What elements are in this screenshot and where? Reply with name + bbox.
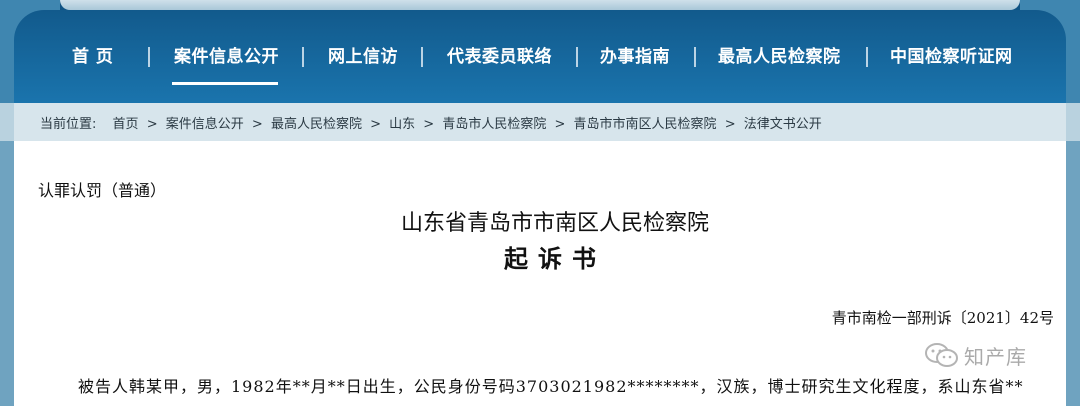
- nav-divider: [421, 47, 423, 67]
- breadcrumb-separator: >: [370, 117, 381, 132]
- nav-divider: [302, 47, 304, 67]
- case-type: 认罪认罚（普通）: [38, 181, 167, 200]
- breadcrumb-item-documents[interactable]: 法律文书公开: [744, 117, 822, 132]
- breadcrumb-separator: >: [146, 117, 158, 132]
- active-tab-indicator: [172, 82, 278, 85]
- nav-item-home[interactable]: 首 页: [72, 42, 113, 72]
- breadcrumb-item-supreme[interactable]: 最高人民检察院: [271, 117, 362, 132]
- nav-menu: 首 页 案件信息公开 网上信访 代表委员联络 办事指南 最高人民检察院 中国检察…: [0, 42, 1080, 72]
- nav-item-supreme-procuratorate[interactable]: 最高人民检察院: [718, 42, 841, 72]
- nav-item-guide[interactable]: 办事指南: [600, 42, 670, 72]
- document-body: 被告人韩某甲，男，1982年**月**日出生，公民身份号码3703021982*…: [78, 377, 1024, 396]
- breadcrumb-item-home[interactable]: 首页: [113, 117, 139, 132]
- breadcrumb: 当前位置: 首页 > 案件信息公开 > 最高人民检察院 > 山东 > 青岛市人民…: [40, 113, 826, 132]
- nav-item-case-info[interactable]: 案件信息公开: [174, 42, 279, 72]
- nav-divider: [576, 47, 578, 67]
- breadcrumb-item-qingdao[interactable]: 青岛市人民检察院: [442, 117, 546, 132]
- document-organization: 山东省青岛市市南区人民检察院: [400, 211, 709, 236]
- breadcrumb-item-shinan[interactable]: 青岛市市南区人民检察院: [574, 117, 717, 132]
- breadcrumb-separator: >: [724, 117, 736, 132]
- document-number: 青市南检一部刑诉〔2021〕42号: [831, 309, 1054, 327]
- breadcrumb-bar: 当前位置: 首页 > 案件信息公开 > 最高人民检察院 > 山东 > 青岛市人民…: [0, 103, 1080, 141]
- breadcrumb-item-case-info[interactable]: 案件信息公开: [166, 117, 244, 132]
- nav-divider: [866, 47, 868, 67]
- top-nav: 首 页 案件信息公开 网上信访 代表委员联络 办事指南 最高人民检察院 中国检察…: [0, 0, 1080, 103]
- breadcrumb-separator: >: [554, 117, 566, 132]
- nav-top-band: [60, 0, 1020, 10]
- nav-item-petition[interactable]: 网上信访: [328, 42, 398, 72]
- nav-divider: [694, 47, 696, 67]
- nav-divider: [148, 47, 150, 67]
- document-panel: 认罪认罚（普通） 山东省青岛市市南区人民检察院 起诉书 青市南检一部刑诉〔202…: [14, 141, 1066, 406]
- nav-item-delegates[interactable]: 代表委员联络: [447, 42, 552, 72]
- breadcrumb-item-shandong[interactable]: 山东: [389, 117, 415, 132]
- nav-item-hearing-network[interactable]: 中国检察听证网: [890, 42, 1013, 72]
- wechat-icon: [925, 343, 958, 367]
- document-title: 起诉书: [504, 244, 606, 273]
- breadcrumb-separator: >: [251, 117, 263, 132]
- watermark: 知产库: [924, 340, 1027, 370]
- breadcrumb-separator: >: [423, 117, 435, 132]
- watermark-text: 知产库: [964, 344, 1027, 369]
- breadcrumb-prefix: 当前位置:: [40, 117, 97, 132]
